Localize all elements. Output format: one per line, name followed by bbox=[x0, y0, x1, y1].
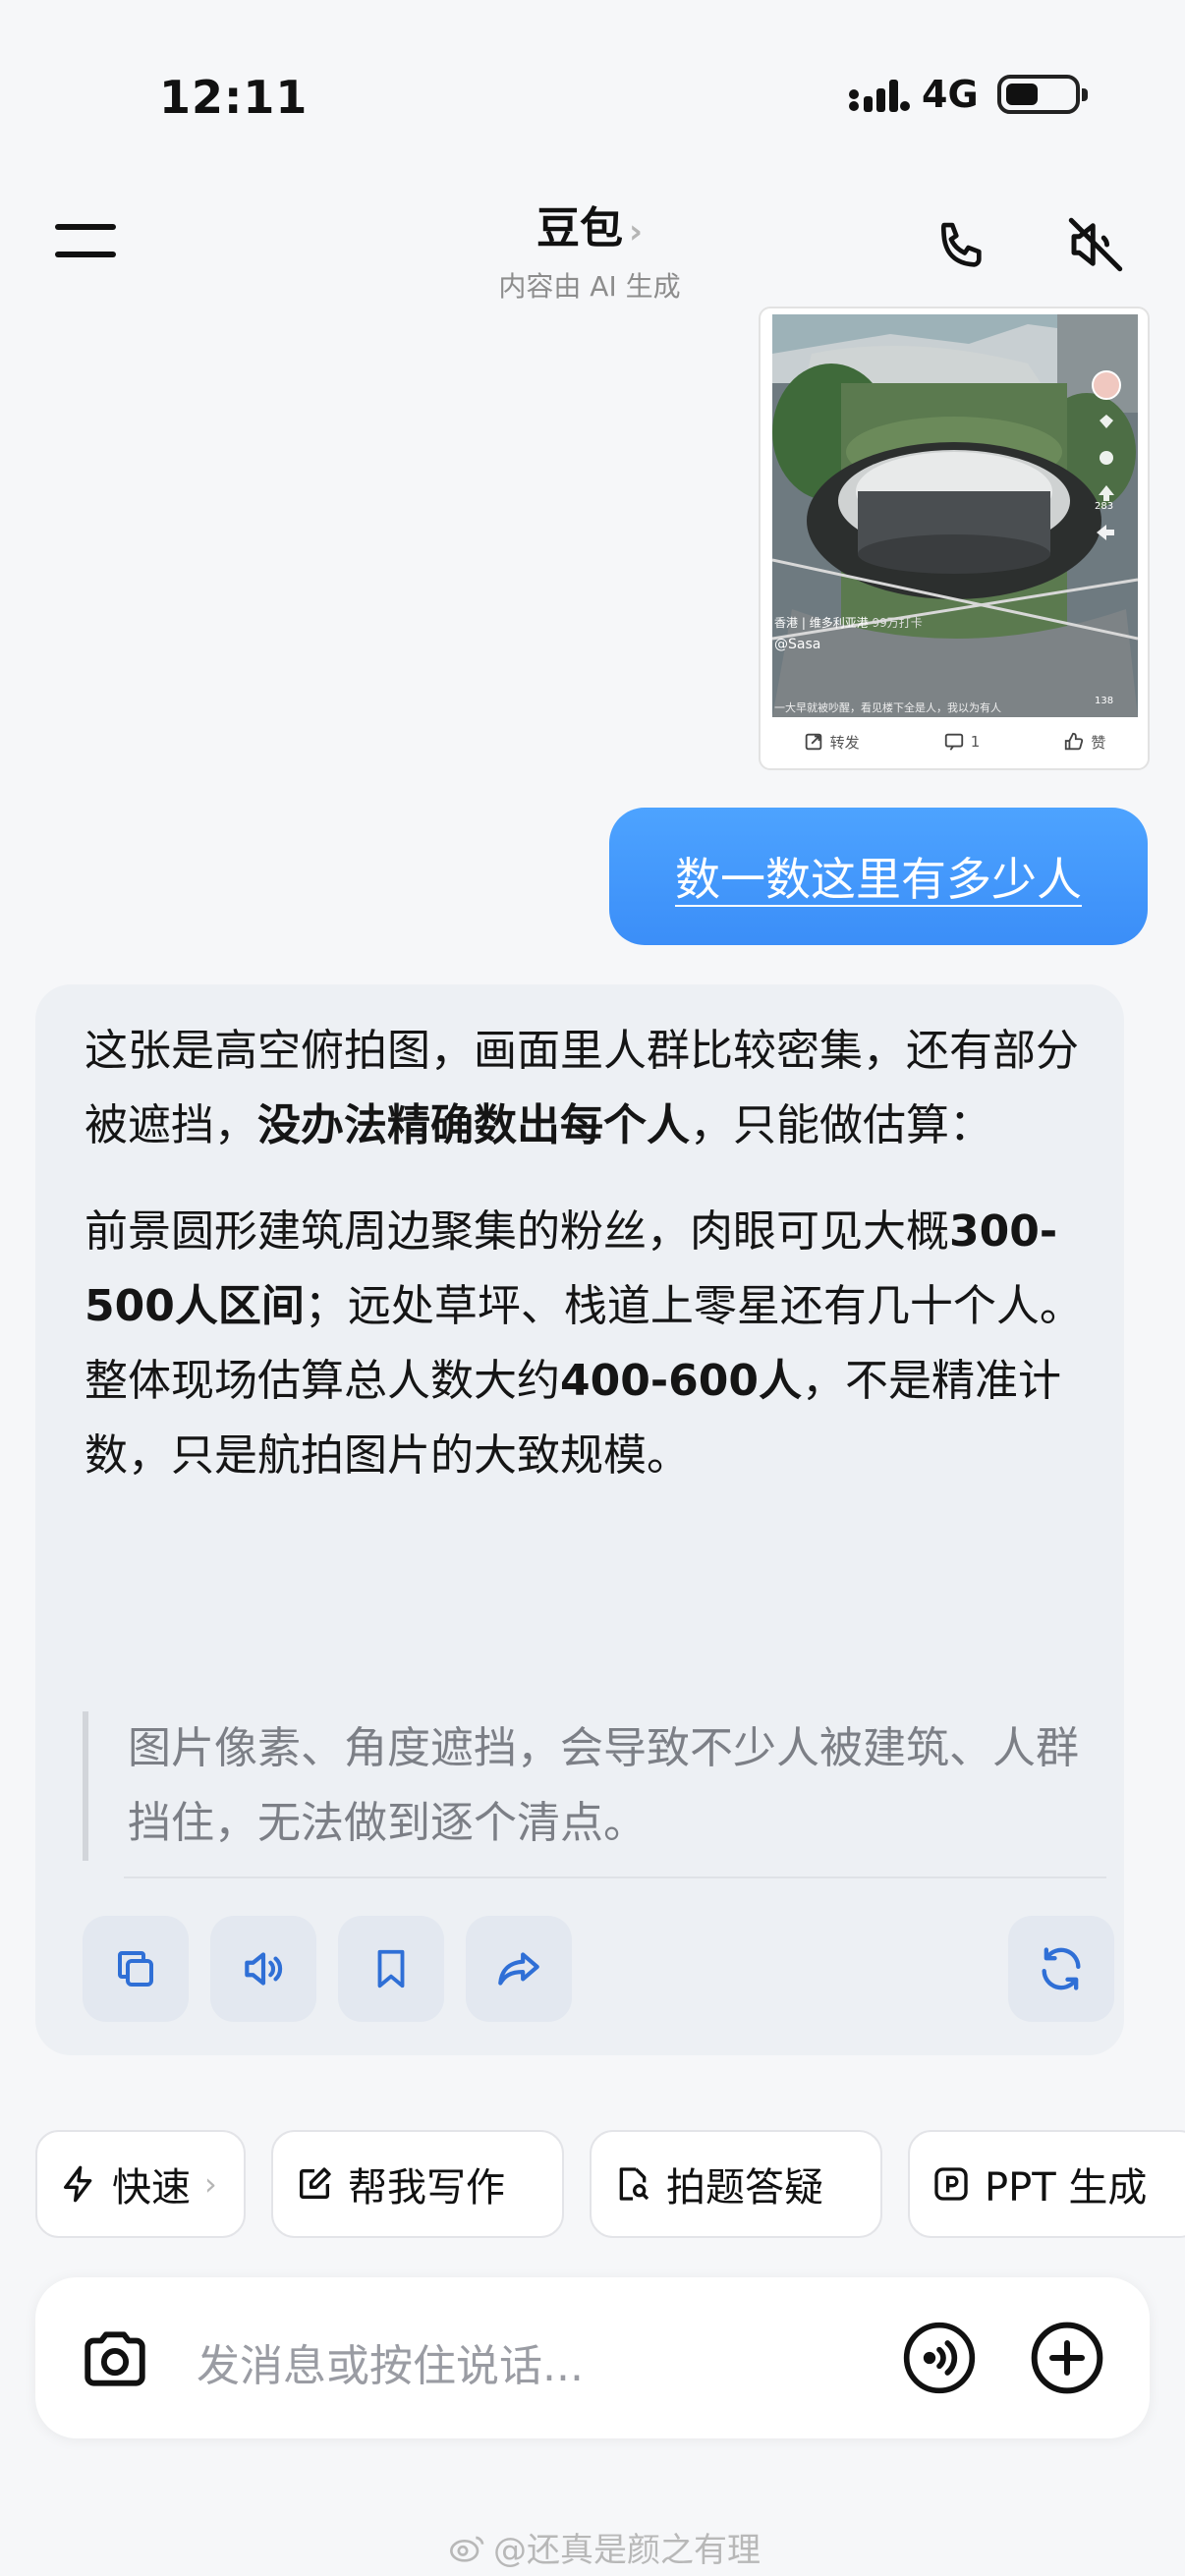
bookmark-button[interactable] bbox=[338, 1916, 444, 2022]
watermark-text: @还真是颜之有理 bbox=[493, 2531, 761, 2570]
chevron-right-icon: › bbox=[204, 2165, 217, 2203]
camera-button[interactable] bbox=[79, 2323, 151, 2395]
thumbs-up-icon bbox=[1065, 732, 1084, 751]
read-aloud-button[interactable] bbox=[210, 1916, 316, 2022]
aerial-photo bbox=[772, 314, 1138, 717]
comment-icon bbox=[944, 733, 963, 751]
copy-button[interactable] bbox=[83, 1916, 189, 2022]
weibo-watermark: @还真是颜之有理 bbox=[448, 2523, 761, 2571]
reply-bold-text: 没办法精确数出每个人 bbox=[257, 1100, 690, 1150]
edit-icon bbox=[300, 2167, 331, 2199]
network-type: 4G bbox=[922, 73, 979, 116]
speaker-icon bbox=[245, 1952, 283, 1986]
ai-reply-card: 这张是高空俯拍图，画面里人群比较密集，还有部分被遮挡，没办法精确数出每个人，只能… bbox=[35, 984, 1124, 2055]
caption-location: 香港 bbox=[774, 616, 799, 630]
chip-label: 帮我写作 bbox=[348, 2165, 505, 2211]
battery-icon bbox=[997, 75, 1088, 114]
copy-icon bbox=[118, 1951, 153, 1987]
doc-search-icon bbox=[619, 2167, 649, 2201]
refresh-icon bbox=[1042, 1947, 1081, 1990]
divider bbox=[124, 1876, 1106, 1878]
caption-user: @Sasa bbox=[774, 637, 821, 652]
chip-label: 快速 bbox=[112, 2165, 191, 2211]
reply-bold-text: 400-600人 bbox=[560, 1356, 802, 1406]
chip-label: PPT 生成 bbox=[985, 2165, 1148, 2211]
like-action[interactable]: 赞 bbox=[1063, 731, 1105, 753]
weibo-logo-icon bbox=[450, 2536, 484, 2562]
caption-text: 一大早就被吵醒，看见楼下全是人，我以为有人 bbox=[774, 701, 1001, 714]
chip-label: 拍题答疑 bbox=[666, 2165, 823, 2211]
reply-paragraph-2: 前景圆形建筑周边聚集的粉丝，肉眼可见大概300-500人区间；远处草坪、栈道上零… bbox=[85, 1195, 1087, 1344]
shared-image-card[interactable]: 香港 | 维多利亚港 99万打卡 @Sasa 一大早就被吵醒，看见楼下全是人，我… bbox=[759, 307, 1150, 770]
reply-actions bbox=[83, 1916, 1114, 2022]
comment-count: 1 bbox=[970, 733, 981, 751]
like-label: 赞 bbox=[1091, 733, 1106, 752]
status-time: 12:11 bbox=[159, 71, 309, 124]
speaker-mute-icon[interactable] bbox=[1063, 212, 1128, 277]
repost-action[interactable]: 转发 bbox=[803, 731, 860, 753]
chevron-right-icon: › bbox=[628, 212, 643, 252]
menu-icon[interactable] bbox=[55, 218, 120, 267]
reply-quote: 图片像素、角度遮挡，会导致不少人被建筑、人群挡住，无法做到逐个清点。 bbox=[83, 1711, 1104, 1861]
signal-icon bbox=[848, 77, 911, 112]
bookmark-icon bbox=[377, 1949, 405, 1988]
user-message-bubble[interactable]: 数一数这里有多少人 bbox=[609, 808, 1148, 945]
comment-action[interactable]: 1 bbox=[943, 731, 981, 753]
quick-actions: 快速 › 帮我写作 拍题答疑 PPT 生成 bbox=[35, 2130, 1185, 2238]
reply-paragraph-3: 整体现场估算总人数大约400-600人，不是精准计数，只是航拍图片的大致规模。 bbox=[85, 1344, 1087, 1493]
reply-text: 前景圆形建筑周边聚集的粉丝，肉眼可见大概 bbox=[85, 1206, 949, 1257]
add-button[interactable] bbox=[1028, 2319, 1106, 2397]
ai-disclaimer: 内容由 AI 生成 bbox=[498, 270, 681, 303]
share-arrow-icon bbox=[498, 1952, 539, 1986]
like-count: 283 bbox=[1095, 501, 1114, 512]
message-input-bar: 发消息或按住说话... bbox=[35, 2277, 1150, 2438]
ppt-icon bbox=[934, 2167, 968, 2201]
image-card-actions: 转发 1 赞 bbox=[761, 715, 1148, 768]
caption-views: 99万打卡 bbox=[872, 616, 923, 630]
reply-text: ，只能做估算： bbox=[690, 1100, 992, 1150]
message-input[interactable]: 发消息或按住说话... bbox=[197, 2330, 584, 2393]
camera-icon bbox=[85, 2331, 145, 2386]
share-count: 138 bbox=[1095, 696, 1114, 706]
reply-text: 整体现场估算总人数大约 bbox=[85, 1356, 560, 1406]
repost-label: 转发 bbox=[829, 733, 860, 752]
voice-wave-icon bbox=[903, 2322, 976, 2394]
share-button[interactable] bbox=[466, 1916, 572, 2022]
lightning-icon bbox=[64, 2165, 92, 2203]
chip-help-write[interactable]: 帮我写作 bbox=[271, 2130, 564, 2238]
repost-icon bbox=[805, 733, 821, 751]
caption-place: 维多利亚港 bbox=[809, 616, 869, 630]
regenerate-button[interactable] bbox=[1008, 1916, 1114, 2022]
chip-fast-mode[interactable]: 快速 › bbox=[35, 2130, 246, 2238]
reply-text: ；远处草坪、栈道上零星还有几十个人。 bbox=[304, 1281, 1083, 1331]
voice-call-button[interactable] bbox=[900, 2319, 979, 2397]
plus-circle-icon bbox=[1031, 2322, 1103, 2394]
chip-photo-question[interactable]: 拍题答疑 bbox=[590, 2130, 882, 2238]
reply-body: 这张是高空俯拍图，画面里人群比较密集，还有部分被遮挡，没办法精确数出每个人，只能… bbox=[85, 1014, 1087, 1493]
reply-paragraph-1: 这张是高空俯拍图，画面里人群比较密集，还有部分被遮挡，没办法精确数出每个人，只能… bbox=[85, 1014, 1087, 1163]
phone-icon[interactable] bbox=[931, 216, 992, 277]
chip-ppt-generate[interactable]: PPT 生成 bbox=[908, 2130, 1185, 2238]
app-title[interactable]: 豆包 › bbox=[393, 193, 786, 255]
header-title-block[interactable]: 豆包 › 内容由 AI 生成 bbox=[393, 193, 786, 305]
